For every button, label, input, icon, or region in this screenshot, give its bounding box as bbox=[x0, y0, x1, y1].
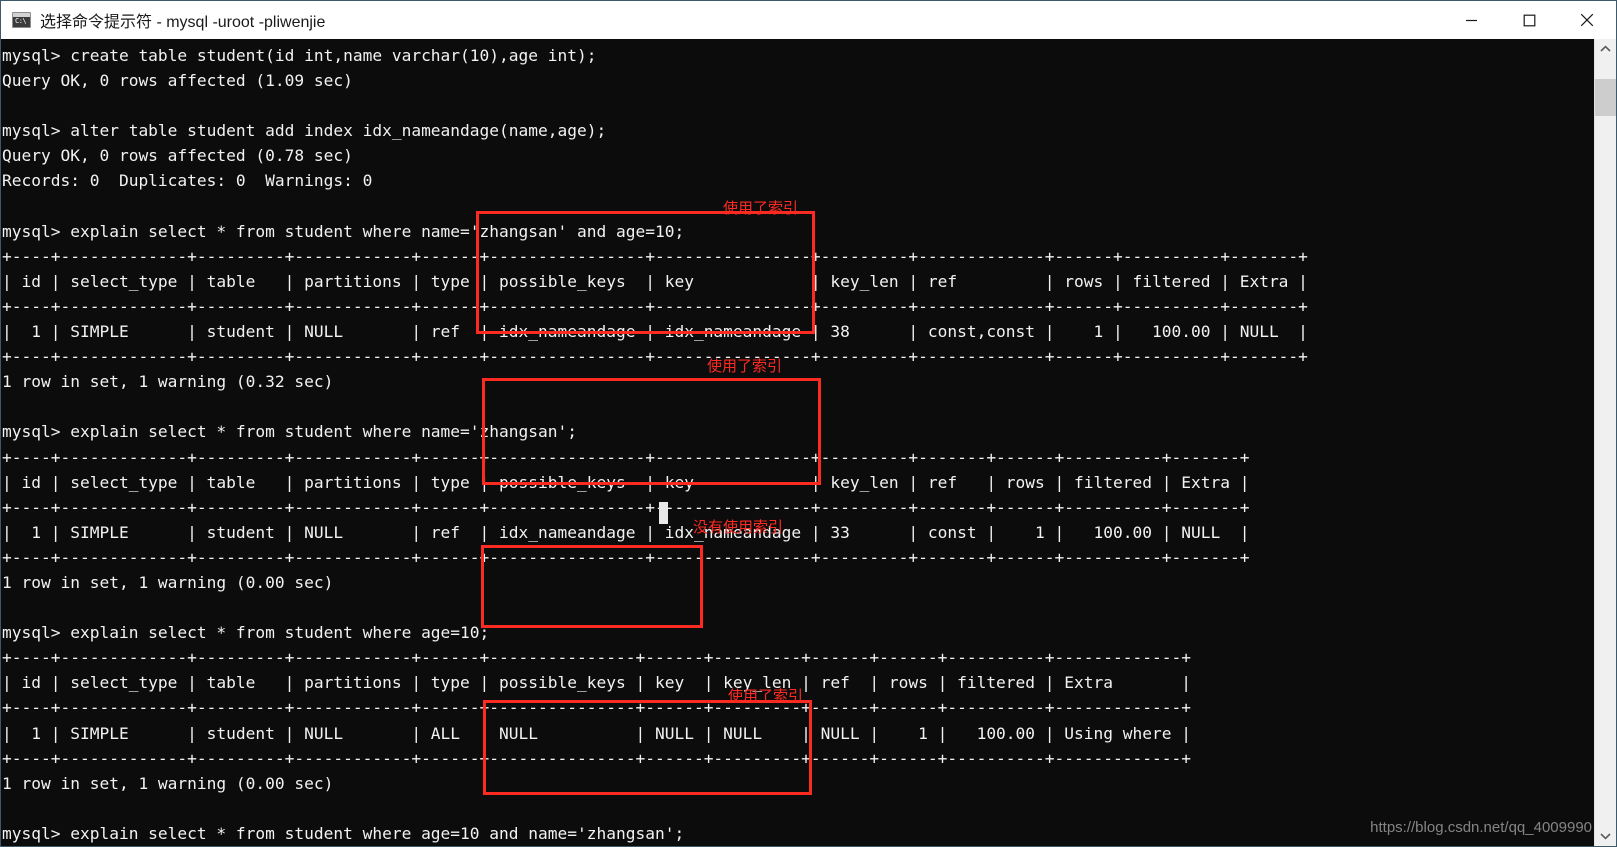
cmd-icon bbox=[12, 12, 31, 28]
terminal-line: +----+-------------+---------+----------… bbox=[2, 748, 1191, 768]
terminal-line: mysql> explain select * from student whe… bbox=[2, 823, 685, 843]
terminal-line: | id | select_type | table | partitions … bbox=[2, 472, 1250, 492]
window-title: 选择命令提示符 - mysql -uroot -pliwenjie bbox=[40, 14, 326, 31]
terminal-line: Query OK, 0 rows affected (0.78 sec) bbox=[2, 146, 353, 166]
terminal-line: Records: 0 Duplicates: 0 Warnings: 0 bbox=[2, 171, 373, 191]
terminal-line: +----+-------------+---------+----------… bbox=[2, 296, 1308, 316]
terminal-line: mysql> create table student(id int,name … bbox=[2, 46, 597, 65]
scrollbar-thumb[interactable] bbox=[1595, 79, 1616, 116]
index-annotation-label: 使用了索引 bbox=[728, 687, 804, 705]
vertical-scrollbar[interactable] bbox=[1594, 39, 1616, 846]
index-annotation-label: 没有使用索引 bbox=[693, 518, 784, 536]
terminal-line: | id | select_type | table | partitions … bbox=[2, 673, 1191, 693]
terminal-line: +----+-------------+---------+----------… bbox=[2, 447, 1250, 467]
minimize-button[interactable] bbox=[1442, 1, 1500, 39]
terminal-line: | 1 | SIMPLE | student | NULL | ref | id… bbox=[2, 322, 1308, 342]
terminal-line: 1 row in set, 1 warning (0.32 sec) bbox=[2, 372, 334, 392]
terminal-line: 1 row in set, 1 warning (0.00 sec) bbox=[2, 572, 334, 592]
terminal-line: | 1 | SIMPLE | student | NULL | ALL | NU… bbox=[2, 723, 1191, 743]
window-controls bbox=[1442, 1, 1616, 39]
watermark: https://blog.csdn.net/qq_4009990 bbox=[1370, 819, 1592, 836]
maximize-button[interactable] bbox=[1500, 1, 1558, 39]
index-annotation-label: 使用了索引 bbox=[723, 199, 799, 217]
terminal-line: +----+-------------+---------+----------… bbox=[2, 648, 1191, 668]
terminal-line: +----+-------------+---------+----------… bbox=[2, 497, 1250, 517]
title-bar-left: 选择命令提示符 - mysql -uroot -pliwenjie bbox=[1, 8, 1442, 32]
terminal-line: +----+-------------+---------+----------… bbox=[2, 246, 1308, 266]
command-prompt-window: 选择命令提示符 - mysql -uroot -pliwenjie bbox=[0, 0, 1617, 847]
close-button[interactable] bbox=[1558, 1, 1616, 39]
terminal-line: Query OK, 0 rows affected (1.09 sec) bbox=[2, 71, 353, 91]
scrollbar-track[interactable] bbox=[1595, 59, 1616, 826]
title-bar[interactable]: 选择命令提示符 - mysql -uroot -pliwenjie bbox=[1, 1, 1616, 39]
scroll-up-arrow-icon[interactable] bbox=[1595, 39, 1616, 59]
terminal-line: mysql> alter table student add index idx… bbox=[2, 121, 607, 141]
terminal-line: | 1 | SIMPLE | student | NULL | ref | id… bbox=[2, 522, 1250, 542]
terminal-line: +----+-------------+---------+----------… bbox=[2, 698, 1191, 718]
terminal-line: 1 row in set, 1 warning (0.00 sec) bbox=[2, 773, 334, 793]
terminal-line: mysql> explain select * from student whe… bbox=[2, 623, 490, 643]
scroll-down-arrow-icon[interactable] bbox=[1595, 826, 1616, 846]
terminal-line: mysql> explain select * from student whe… bbox=[2, 422, 577, 442]
terminal-line: +----+-------------+---------+----------… bbox=[2, 347, 1308, 367]
terminal-line: | id | select_type | table | partitions … bbox=[2, 271, 1308, 291]
terminal-line: +----+-------------+---------+----------… bbox=[2, 547, 1250, 567]
terminal-line: mysql> explain select * from student whe… bbox=[2, 221, 685, 241]
index-annotation-label: 使用了索引 bbox=[707, 357, 783, 375]
terminal-output-area[interactable]: mysql> create table student(id int,name … bbox=[1, 39, 1594, 846]
stray-cursor-block bbox=[659, 502, 668, 524]
terminal-text: mysql> create table student(id int,name … bbox=[1, 39, 1308, 846]
window-body: mysql> create table student(id int,name … bbox=[1, 39, 1616, 846]
